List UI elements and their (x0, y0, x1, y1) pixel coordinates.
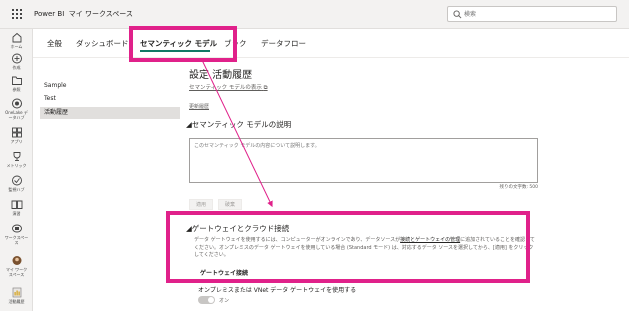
workspaces-icon (11, 224, 22, 233)
browse-icon (11, 76, 22, 85)
rail-item-home[interactable]: ホーム (0, 32, 33, 49)
search-icon (453, 10, 462, 19)
view-semantic-model-link[interactable]: セマンティック モデルの表示 ⧉ (189, 83, 268, 92)
onelake-data-hub-icon (11, 98, 22, 109)
rail-label: ホーム (10, 44, 23, 49)
apply-button[interactable]: 適用 (189, 199, 213, 210)
rail-label: マイ ワーク スペース (5, 267, 28, 277)
app-title: Power BI マイ ワークスペース (34, 9, 133, 19)
activity-history-icon (12, 287, 21, 298)
rail-item-learn[interactable]: 演習 (0, 199, 33, 216)
rail-label: 監視ハブ (8, 187, 25, 192)
description-section-heading: ◢セマンティック モデルの説明 (186, 119, 291, 130)
rail-item-create[interactable]: 作成 (0, 53, 33, 70)
rail-item-my-workspace[interactable]: マイ ワーク スペース (0, 255, 33, 277)
rail-label: 作成 (12, 65, 21, 70)
rail-item-activity-history[interactable]: 活動履歴 (0, 287, 33, 304)
search-input[interactable] (464, 10, 609, 19)
external-link-icon: ⧉ (263, 85, 268, 91)
page-title: 設定 活動履歴 (189, 70, 253, 81)
annotation-box-tab (129, 26, 237, 62)
view-link-label: セマンティック モデルの表示 (189, 85, 262, 91)
tab-dataflows[interactable]: データフロー (261, 38, 306, 49)
discard-button[interactable]: 破棄 (218, 199, 242, 210)
model-item-activity-history[interactable]: 活動履歴 (40, 107, 180, 119)
rail-label: 演習 (12, 211, 21, 216)
home-icon (12, 32, 21, 43)
toggle-knob (208, 297, 214, 303)
rail-label: 参照 (12, 87, 21, 92)
rail-item-onelake[interactable]: OneLake デ ータハブ (0, 98, 33, 120)
char-count: 残りの文字数: 500 (499, 185, 538, 190)
rail-label: OneLake デ ータハブ (5, 110, 28, 120)
tab-dashboards[interactable]: ダッシュボード (76, 38, 129, 49)
metrics-icon (13, 152, 20, 161)
rail-label: ワークスペー ス (4, 235, 29, 245)
search-box[interactable] (447, 6, 617, 22)
rail-item-metrics[interactable]: メトリック (0, 151, 33, 168)
refresh-history-link[interactable]: 更新履歴 (189, 103, 209, 110)
rail-item-workspaces[interactable]: ワークスペー ス (0, 223, 33, 245)
rail-item-apps[interactable]: アプリ (0, 127, 33, 144)
my-workspace-icon (12, 256, 21, 265)
top-bar: Power BI マイ ワークスペース (0, 0, 629, 29)
use-gateway-toggle[interactable] (198, 296, 215, 304)
workspace-breadcrumb[interactable]: マイ ワークスペース (69, 10, 133, 18)
monitoring-hub-icon (11, 175, 22, 186)
rail-label: メトリック (6, 163, 27, 168)
rail-item-monitoring[interactable]: 監視ハブ (0, 175, 33, 192)
toggle-state-label: オン (219, 298, 230, 304)
apps-icon (11, 127, 22, 138)
tab-general[interactable]: 全般 (47, 38, 62, 49)
brand-label[interactable]: Power BI (34, 10, 64, 18)
rail-label: アプリ (10, 139, 23, 144)
app-launcher-icon[interactable] (12, 9, 22, 19)
model-item-sample[interactable]: Sample (40, 80, 180, 92)
annotation-box-gateway (166, 211, 530, 283)
description-textarea[interactable] (189, 138, 538, 183)
rail-item-browse[interactable]: 参照 (0, 75, 33, 92)
tab-divider (33, 57, 629, 58)
use-gateway-label: オンプレミスまたは VNet データ ゲートウェイを使用する (198, 287, 357, 294)
left-nav-rail: ホーム 作成 参照 OneLake デ ータハブ アプリ メトリック 監視ハブ … (0, 29, 33, 311)
create-icon (11, 53, 22, 64)
rail-label: 活動履歴 (8, 299, 25, 304)
learn-icon (11, 200, 22, 209)
model-item-test[interactable]: Test (40, 93, 180, 105)
description-heading-label: セマンティック モデルの説明 (191, 120, 292, 129)
